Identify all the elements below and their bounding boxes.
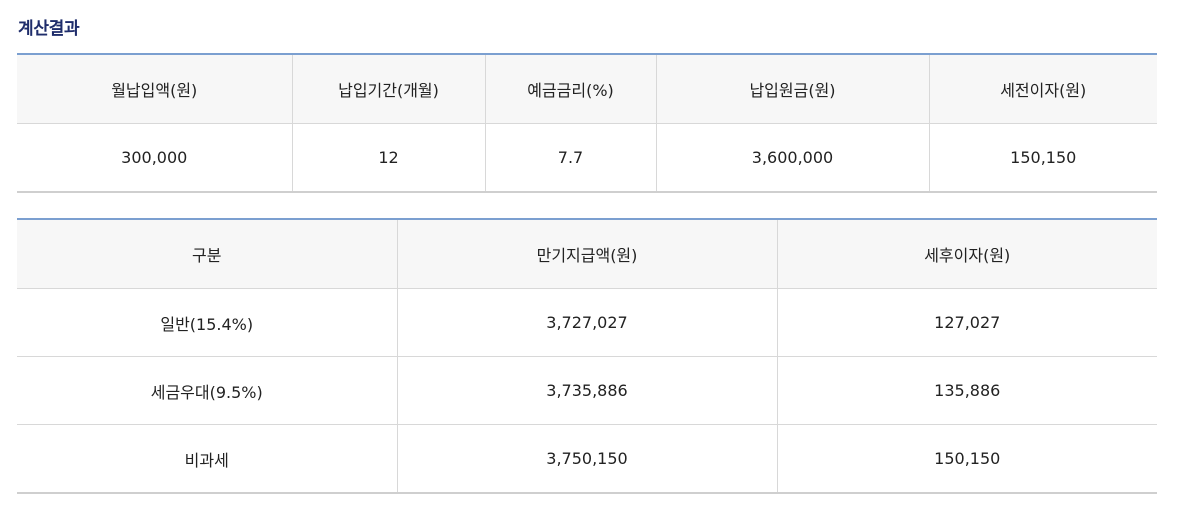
section-title: 계산결과 (18, 19, 80, 39)
table-row: 세금우대(9.5%) 3,735,886 135,886 (17, 356, 1157, 425)
aftertax-interest-value: 150,150 (776, 424, 1157, 494)
category-tax-preferred: 세금우대(9.5%) (17, 356, 397, 425)
header-payment-period: 납입기간(개월) (291, 54, 485, 124)
interest-rate-value: 7.7 (484, 123, 656, 193)
header-monthly-payment: 월납입액(원) (17, 54, 292, 124)
principal-value: 3,600,000 (655, 123, 929, 193)
header-interest-rate: 예금금리(%) (484, 54, 656, 124)
summary-header-row: 월납입액(원) 납입기간(개월) 예금금리(%) 납입원금(원) 세전이자(원) (17, 54, 1157, 124)
aftertax-interest-value: 127,027 (776, 288, 1157, 357)
maturity-amount-value: 3,750,150 (396, 424, 777, 494)
header-maturity-amount: 만기지급액(원) (396, 219, 777, 289)
monthly-payment-value: 300,000 (17, 123, 292, 193)
header-category: 구분 (17, 219, 397, 289)
detail-table: 구분 만기지급액(원) 세후이자(원) 일반(15.4%) 3,727,027 … (17, 218, 1157, 494)
detail-header-row: 구분 만기지급액(원) 세후이자(원) (17, 219, 1157, 289)
category-general: 일반(15.4%) (17, 288, 397, 357)
maturity-amount-value: 3,735,886 (396, 356, 777, 425)
table-row: 비과세 3,750,150 150,150 (17, 424, 1157, 494)
pretax-interest-value: 150,150 (928, 123, 1157, 193)
aftertax-interest-value: 135,886 (776, 356, 1157, 425)
header-pretax-interest: 세전이자(원) (928, 54, 1157, 124)
header-aftertax-interest: 세후이자(원) (776, 219, 1157, 289)
table-row: 일반(15.4%) 3,727,027 127,027 (17, 288, 1157, 357)
payment-period-value: 12 (291, 123, 485, 193)
table-row: 300,000 12 7.7 3,600,000 150,150 (17, 123, 1157, 193)
summary-table: 월납입액(원) 납입기간(개월) 예금금리(%) 납입원금(원) 세전이자(원)… (17, 53, 1157, 193)
header-principal: 납입원금(원) (655, 54, 929, 124)
maturity-amount-value: 3,727,027 (396, 288, 777, 357)
category-tax-exempt: 비과세 (17, 424, 397, 494)
